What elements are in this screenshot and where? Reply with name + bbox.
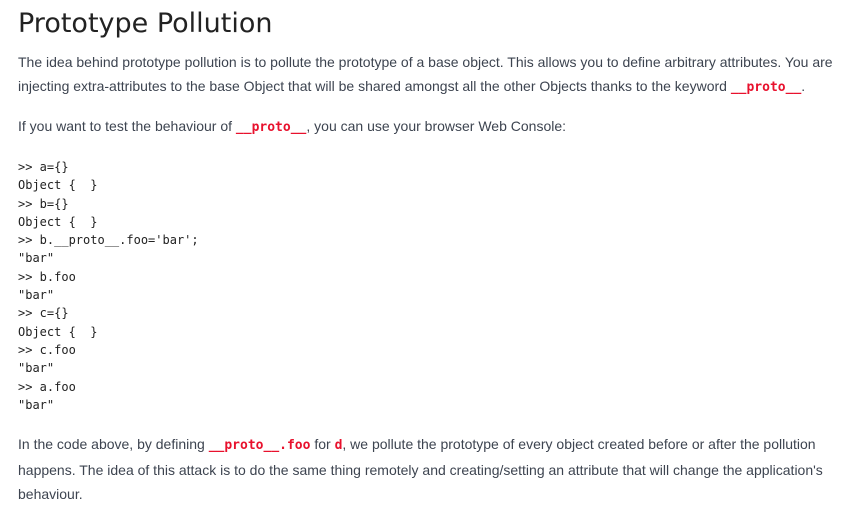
- console-paragraph: If you want to test the behaviour of __p…: [18, 114, 846, 140]
- explanation-text: for: [310, 436, 335, 453]
- inline-code-proto: __proto__: [235, 120, 307, 135]
- article: Prototype Pollution The idea behind prot…: [0, 0, 864, 506]
- code-block: >> a={} Object { } >> b={} Object { } >>…: [18, 160, 199, 412]
- intro-text: The idea behind prototype pollution is t…: [18, 54, 833, 94]
- console-end: , you can use your browser Web Console:: [306, 118, 567, 134]
- explanation-text: In the code above, by defining: [18, 436, 209, 453]
- intro-end: .: [801, 78, 806, 94]
- inline-code-proto: __proto__: [730, 80, 802, 95]
- explanation-paragraph: In the code above, by defining __proto__…: [18, 432, 846, 506]
- console-text: If you want to test the behaviour of: [18, 118, 236, 134]
- inline-code-proto-foo: __proto__.foo: [208, 438, 311, 454]
- intro-paragraph: The idea behind prototype pollution is t…: [18, 50, 846, 100]
- page-title: Prototype Pollution: [18, 8, 273, 39]
